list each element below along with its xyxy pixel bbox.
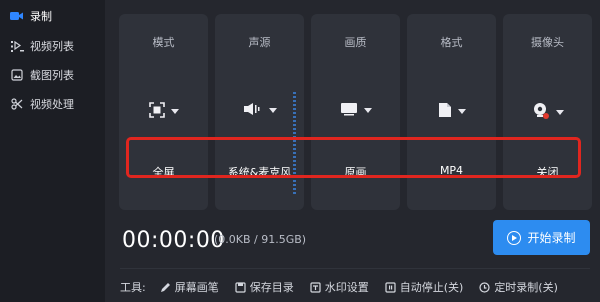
camera-icon	[10, 9, 24, 23]
file-size-info: (0.0KB / 91.5GB)	[214, 233, 307, 246]
chevron-down-icon	[268, 108, 277, 113]
sidebar-item-record[interactable]: 录制	[0, 2, 105, 30]
format-dropdown[interactable]	[407, 102, 496, 121]
save-icon	[235, 281, 246, 293]
card-title: 模式	[152, 36, 175, 49]
play-icon	[507, 230, 522, 245]
chevron-down-icon	[170, 109, 179, 114]
card-title: 声源	[248, 36, 271, 49]
video-list-icon	[10, 39, 24, 53]
card-title: 摄像头	[531, 36, 564, 49]
monitor-icon	[340, 102, 358, 119]
sidebar-item-label: 视频列表	[30, 40, 74, 53]
tool-label: 屏幕画笔	[174, 281, 219, 294]
quality-dropdown[interactable]	[311, 102, 400, 119]
divider	[120, 268, 590, 269]
sidebar-item-video-list[interactable]: 视频列表	[0, 32, 105, 60]
chevron-down-icon	[457, 109, 466, 114]
fullscreen-icon	[148, 102, 165, 121]
tool-label: 保存目录	[249, 281, 294, 294]
audio-source-card[interactable]: 声源 系统&麦克风	[215, 14, 304, 210]
auto-stop-icon	[385, 281, 396, 293]
tool-label: 自动停止(关)	[399, 281, 464, 294]
sidebar-item-label: 视频处理	[30, 98, 74, 111]
schedule-icon	[479, 281, 490, 293]
scheduled-recording-tool[interactable]: 定时录制(关)	[479, 279, 558, 295]
screenshot-list-icon	[10, 68, 24, 82]
start-recording-button[interactable]: 开始录制	[493, 220, 590, 255]
mode-dropdown[interactable]	[119, 102, 208, 121]
file-icon	[438, 102, 452, 121]
chevron-down-icon	[363, 108, 372, 113]
save-directory-tool[interactable]: 保存目录	[235, 279, 294, 295]
webcam-icon	[532, 102, 550, 123]
watermark-icon	[310, 281, 321, 293]
card-title: 画质	[344, 36, 367, 49]
video-process-icon	[10, 97, 24, 111]
chevron-down-icon	[555, 110, 564, 115]
screen-pen-tool[interactable]: 屏幕画笔	[160, 279, 219, 295]
watermark-tool[interactable]: 水印设置	[310, 279, 369, 295]
tool-label: 水印设置	[324, 281, 369, 294]
pen-icon	[160, 282, 171, 293]
sidebar-item-screenshot-list[interactable]: 截图列表	[0, 61, 105, 89]
recording-timer: 00:00:00	[122, 228, 225, 253]
sidebar-item-label: 录制	[30, 10, 52, 23]
card-title: 格式	[440, 36, 463, 49]
sidebar-item-label: 截图列表	[30, 69, 74, 82]
webcam-dropdown[interactable]	[503, 102, 592, 123]
settings-highlight-box	[126, 137, 581, 178]
tools-label: 工具:	[120, 281, 146, 294]
mode-card[interactable]: 模式 全屏	[119, 14, 208, 210]
format-card[interactable]: 格式 MP4	[407, 14, 496, 210]
tools-bar: 工具: 屏幕画笔 保存目录 水印设置 自动停止(关) 定时录制(关)	[120, 276, 600, 298]
speaker-icon	[243, 102, 263, 119]
webcam-card[interactable]: 摄像头 关闭	[503, 14, 592, 210]
start-recording-label: 开始录制	[527, 231, 576, 245]
sidebar-item-video-process[interactable]: 视频处理	[0, 90, 105, 118]
quality-card[interactable]: 画质 原画	[311, 14, 400, 210]
tool-label: 定时录制(关)	[494, 281, 558, 294]
sidebar: 录制 视频列表 截图列表 视频处理	[0, 0, 105, 302]
auto-stop-tool[interactable]: 自动停止(关)	[385, 279, 464, 295]
audio-source-dropdown[interactable]	[215, 102, 304, 119]
